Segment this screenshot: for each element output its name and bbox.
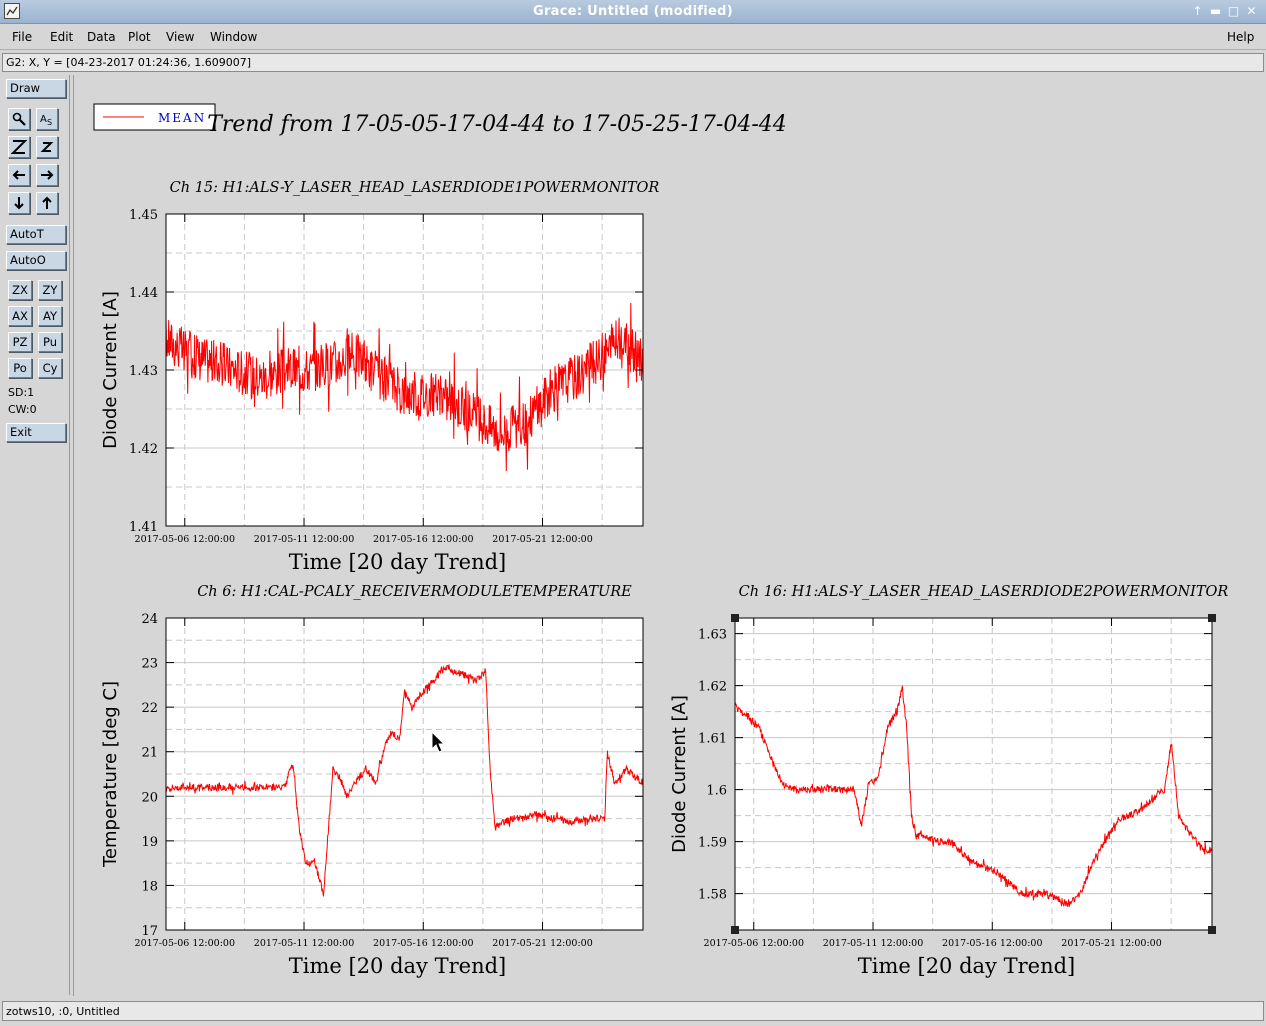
- status-bar: zotws10, :0, Untitled: [2, 1001, 1264, 1021]
- x-tick-label: 2017-05-21 12:00:00: [1061, 938, 1161, 949]
- x-tick-label: 2017-05-06 12:00:00: [135, 534, 235, 545]
- y-tick-label: 1.44: [129, 286, 158, 301]
- arrow-down-icon[interactable]: [8, 192, 30, 214]
- graph-ch16[interactable]: 1.63 1.62 1.61 1.6 1.59 1.58 2017-05-06 12:00:…: [669, 584, 1228, 978]
- y-tick-label: 1.41: [129, 520, 158, 535]
- window-title: Grace: Untitled (modified): [532, 4, 734, 19]
- x-tick-label: 2017-05-11 12:00:00: [254, 938, 354, 949]
- y-tick-label: 23: [141, 657, 158, 672]
- menu-help[interactable]: Help: [1227, 30, 1254, 44]
- x-tick-label: 2017-05-21 12:00:00: [492, 534, 592, 545]
- y-tick-label: 24: [141, 612, 158, 627]
- y-tick-label: 1.6: [706, 784, 727, 799]
- x-tick-label: 2017-05-11 12:00:00: [254, 534, 354, 545]
- zoom-icon[interactable]: [8, 108, 30, 130]
- x-tick-label: 2017-05-06 12:00:00: [135, 938, 235, 949]
- graph-ch6[interactable]: 24 23 22 21 20 19 18 172017-05-06 12:00:00 2017-…: [100, 584, 644, 978]
- y-tick-label: 19: [141, 835, 158, 850]
- zoom-out-icon[interactable]: [36, 136, 58, 158]
- close-icon[interactable]: ✕: [1244, 4, 1259, 19]
- chart-title: Ch 15: H1:ALS-Y_LASER_HEAD_LASERDIODE1PO…: [170, 180, 660, 196]
- plot-canvas[interactable]: MEAN Trend from 17-05-05-17-04-44 to 17-…: [73, 75, 1264, 996]
- locator-bar: G2: X, Y = [04-23-2017 01:24:36, 1.60900…: [2, 53, 1264, 72]
- y-tick-label: 1.58: [698, 888, 727, 903]
- menu-view[interactable]: View: [166, 30, 194, 44]
- selection-handle: [1208, 614, 1216, 622]
- exit-button[interactable]: Exit: [6, 423, 66, 442]
- pz-button[interactable]: PZ: [8, 332, 32, 352]
- page-title: Trend from 17-05-05-17-04-44 to 17-05-25…: [207, 112, 787, 137]
- y-tick-label: 21: [141, 746, 158, 761]
- y-axis-label: Temperature [deg C]: [100, 681, 121, 868]
- menu-bar: File Edit Data Plot View Window Help: [0, 25, 1266, 50]
- x-axis-label: Time [20 day Trend]: [289, 954, 506, 978]
- y-tick-label: 17: [141, 924, 158, 939]
- arrow-left-icon[interactable]: [8, 164, 30, 186]
- menu-file[interactable]: File: [12, 30, 32, 44]
- selection-handle: [731, 926, 739, 934]
- cy-button[interactable]: Cy: [38, 358, 62, 378]
- graph-ch15[interactable]: 1.45 1.44 1.43 1.42 1.412017-05-06 12:00:00 2…: [100, 180, 659, 574]
- x-axis-label: Time [20 day Trend]: [289, 550, 506, 574]
- pin-icon[interactable]: ↑: [1190, 4, 1205, 19]
- plot-svg[interactable]: MEAN Trend from 17-05-05-17-04-44 to 17-…: [74, 75, 1265, 996]
- ay-button[interactable]: AY: [38, 306, 62, 326]
- y-tick-label: 1.61: [698, 732, 727, 747]
- menu-data[interactable]: Data: [87, 30, 116, 44]
- svg-text:S: S: [47, 118, 52, 127]
- y-tick-label: 1.45: [129, 208, 158, 223]
- tool-panel: Draw AS AutoT AutoO ZX ZY AX AY PZ Pu Po…: [2, 75, 70, 995]
- legend-label: MEAN: [158, 111, 206, 125]
- title-bar[interactable]: Grace: Untitled (modified) ↑ ▬ □ ✕: [0, 0, 1266, 24]
- current-world-label: CW:0: [8, 403, 37, 416]
- autoo-button[interactable]: AutoO: [6, 251, 66, 270]
- x-tick-label: 2017-05-21 12:00:00: [492, 938, 592, 949]
- y-axis-label: Diode Current [A]: [669, 695, 690, 853]
- y-tick-label: 18: [141, 879, 158, 894]
- x-tick-label: 2017-05-16 12:00:00: [373, 534, 473, 545]
- maximize-icon[interactable]: □: [1226, 4, 1241, 19]
- pu-button[interactable]: Pu: [38, 332, 62, 352]
- zoom-in-icon[interactable]: [8, 136, 30, 158]
- y-tick-label: 1.63: [698, 628, 727, 643]
- y-tick-label: 1.43: [129, 364, 158, 379]
- y-tick-label: 20: [141, 790, 158, 805]
- menu-edit[interactable]: Edit: [50, 30, 73, 44]
- x-tick-label: 2017-05-16 12:00:00: [373, 938, 473, 949]
- y-axis-label: Diode Current [A]: [100, 291, 121, 449]
- chart-title: Ch 6: H1:CAL-PCALY_RECEIVERMODULETEMPERA…: [197, 584, 632, 600]
- x-tick-label: 2017-05-16 12:00:00: [942, 938, 1042, 949]
- x-tick-label: 2017-05-11 12:00:00: [823, 938, 923, 949]
- selection-handle: [1208, 926, 1216, 934]
- chart-title: Ch 16: H1:ALS-Y_LASER_HEAD_LASERDIODE2PO…: [739, 584, 1229, 600]
- plot-area: [735, 618, 1212, 930]
- y-tick-label: 1.62: [698, 680, 727, 695]
- x-axis-label: Time [20 day Trend]: [858, 954, 1075, 978]
- autot-button[interactable]: AutoT: [6, 225, 66, 244]
- zx-button[interactable]: ZX: [8, 280, 32, 300]
- po-button[interactable]: Po: [8, 358, 32, 378]
- selection-handle: [731, 614, 739, 622]
- menu-plot[interactable]: Plot: [128, 30, 151, 44]
- minimize-icon[interactable]: ▬: [1208, 4, 1223, 19]
- x-tick-label: 2017-05-06 12:00:00: [704, 938, 804, 949]
- y-tick-label: 1.42: [129, 442, 158, 457]
- menu-window[interactable]: Window: [210, 30, 257, 44]
- zy-button[interactable]: ZY: [38, 280, 62, 300]
- y-tick-label: 1.59: [698, 836, 727, 851]
- draw-button[interactable]: Draw: [6, 79, 66, 98]
- arrow-up-icon[interactable]: [36, 192, 58, 214]
- y-tick-label: 22: [141, 701, 158, 716]
- autoscale-text-icon[interactable]: AS: [36, 108, 58, 130]
- ax-button[interactable]: AX: [8, 306, 32, 326]
- set-depth-label: SD:1: [8, 386, 35, 399]
- svg-text:A: A: [40, 114, 47, 125]
- arrow-right-icon[interactable]: [36, 164, 58, 186]
